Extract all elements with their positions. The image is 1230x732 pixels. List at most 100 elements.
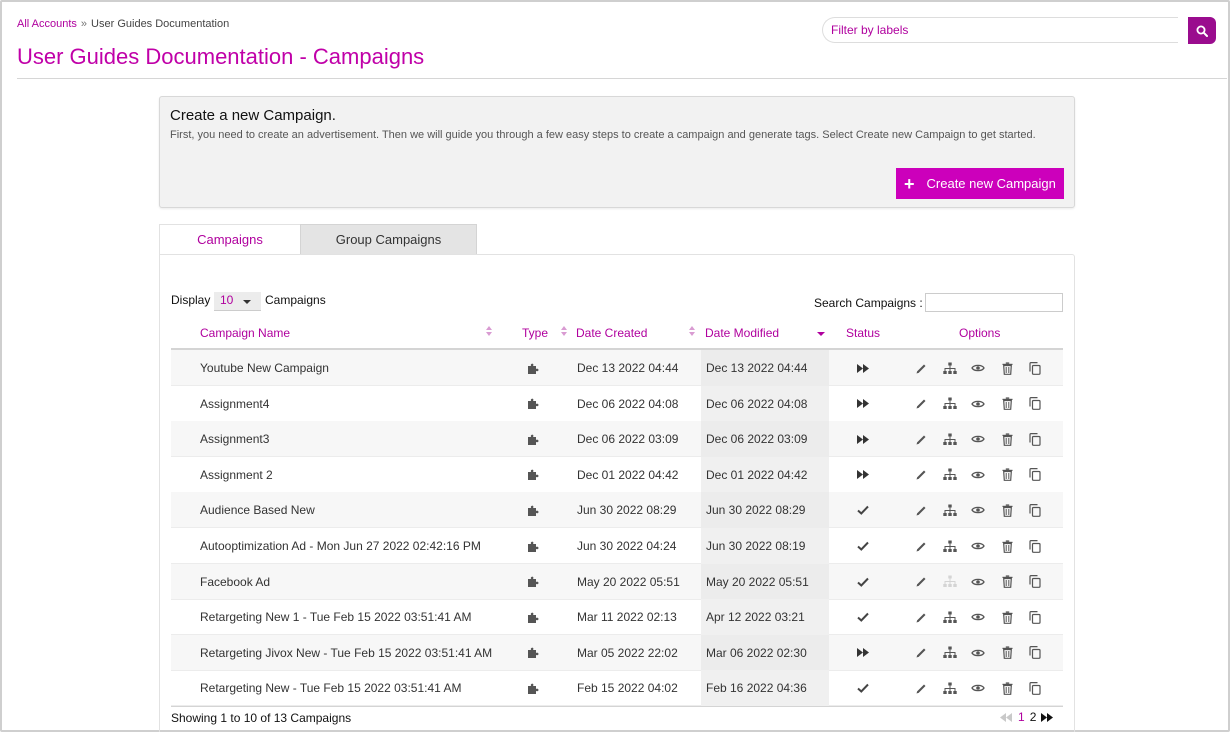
column-header-type[interactable]: Type <box>522 326 548 340</box>
fast-forward-icon <box>855 421 871 457</box>
trash-icon[interactable] <box>999 635 1015 671</box>
copy-icon[interactable] <box>1027 670 1043 706</box>
copy-icon[interactable] <box>1027 386 1043 422</box>
check-icon <box>855 599 871 635</box>
column-header-campaign-name[interactable]: Campaign Name <box>200 326 290 340</box>
campaign-name[interactable]: Retargeting New - Tue Feb 15 2022 03:51:… <box>200 670 462 706</box>
fast-forward-icon <box>855 350 871 386</box>
search-campaigns-input[interactable] <box>925 293 1063 312</box>
campaign-name[interactable]: Retargeting Jivox New - Tue Feb 15 2022 … <box>200 635 492 671</box>
eye-icon[interactable] <box>970 670 986 706</box>
copy-icon[interactable] <box>1027 635 1043 671</box>
trash-icon[interactable] <box>999 457 1015 493</box>
campaign-name[interactable]: Facebook Ad <box>200 564 270 600</box>
eye-icon[interactable] <box>970 457 986 493</box>
column-header-date-modified[interactable]: Date Modified <box>705 326 779 340</box>
copy-icon[interactable] <box>1027 350 1043 386</box>
date-created: Dec 06 2022 04:08 <box>577 396 679 411</box>
table-row[interactable]: Youtube New Campaign Dec 13 2022 04:44 Dec… <box>171 350 1063 386</box>
eye-icon[interactable] <box>970 564 986 600</box>
table-row[interactable]: Autooptimization Ad - Mon Jun 27 2022 02… <box>171 528 1063 564</box>
sort-desc-icon[interactable] <box>817 332 825 336</box>
filter-search-button[interactable] <box>1188 17 1216 44</box>
pencil-icon[interactable] <box>913 492 929 528</box>
trash-icon[interactable] <box>999 421 1015 457</box>
pencil-icon[interactable] <box>913 635 929 671</box>
table-row[interactable]: Assignment3 Dec 06 2022 03:09 Dec 06 2022 … <box>171 421 1063 458</box>
create-new-campaign-button[interactable]: + Create new Campaign <box>896 168 1064 199</box>
pencil-icon[interactable] <box>913 528 929 564</box>
table-row[interactable]: Facebook Ad May 20 2022 05:51 May 20 2022 … <box>171 563 1063 600</box>
trash-icon[interactable] <box>999 564 1015 600</box>
previous-page-icon[interactable] <box>1000 712 1013 722</box>
copy-icon[interactable] <box>1027 492 1043 528</box>
next-page-icon[interactable] <box>1041 712 1054 722</box>
trash-icon[interactable] <box>999 350 1015 386</box>
column-header-date-created[interactable]: Date Created <box>576 326 647 340</box>
column-header-status[interactable]: Status <box>846 326 880 340</box>
puzzle-icon <box>527 421 543 457</box>
date-modified: Jun 30 2022 08:29 <box>706 503 806 518</box>
hierarchy-icon[interactable] <box>942 492 958 528</box>
eye-icon[interactable] <box>970 350 986 386</box>
campaign-name[interactable]: Retargeting New 1 - Tue Feb 15 2022 03:5… <box>200 599 472 635</box>
pencil-icon[interactable] <box>913 386 929 422</box>
table-row[interactable]: Retargeting New 1 - Tue Feb 15 2022 03:5… <box>171 599 1063 636</box>
pencil-icon[interactable] <box>913 421 929 457</box>
table-row[interactable]: Assignment 2 Dec 01 2022 04:42 Dec 01 2022… <box>171 456 1063 493</box>
pencil-icon[interactable] <box>913 457 929 493</box>
eye-icon[interactable] <box>970 635 986 671</box>
copy-icon[interactable] <box>1027 457 1043 493</box>
table-row[interactable]: Retargeting Jivox New - Tue Feb 15 2022 … <box>171 634 1063 671</box>
pencil-icon[interactable] <box>913 670 929 706</box>
hierarchy-icon[interactable] <box>942 528 958 564</box>
copy-icon[interactable] <box>1027 421 1043 457</box>
hierarchy-icon[interactable] <box>942 421 958 457</box>
puzzle-icon <box>527 457 543 493</box>
campaign-name[interactable]: Youtube New Campaign <box>200 350 329 386</box>
filter-labels-input[interactable] <box>823 18 1178 42</box>
sort-icon[interactable] <box>689 326 696 338</box>
hierarchy-icon[interactable] <box>942 350 958 386</box>
search-campaigns-label: Search Campaigns : <box>814 296 923 310</box>
copy-icon[interactable] <box>1027 564 1043 600</box>
campaign-name[interactable]: Assignment3 <box>200 421 269 457</box>
pencil-icon[interactable] <box>913 599 929 635</box>
sort-icon[interactable] <box>561 326 568 338</box>
tab-campaigns[interactable]: Campaigns <box>159 224 300 254</box>
trash-icon[interactable] <box>999 670 1015 706</box>
trash-icon[interactable] <box>999 528 1015 564</box>
table-row[interactable]: Audience Based New Jun 30 2022 08:29 Jun 3… <box>171 492 1063 529</box>
breadcrumb-all-accounts[interactable]: All Accounts <box>17 18 77 30</box>
eye-icon[interactable] <box>970 421 986 457</box>
hierarchy-icon[interactable] <box>942 670 958 706</box>
page-2-link[interactable]: 2 <box>1030 710 1037 724</box>
display-count-select[interactable]: 10 <box>214 292 261 311</box>
campaign-name[interactable]: Audience Based New <box>200 492 315 528</box>
trash-icon[interactable] <box>999 492 1015 528</box>
pencil-icon[interactable] <box>913 564 929 600</box>
copy-icon[interactable] <box>1027 528 1043 564</box>
trash-icon[interactable] <box>999 599 1015 635</box>
campaign-name[interactable]: Assignment 2 <box>200 457 273 493</box>
page-1-link[interactable]: 1 <box>1018 710 1025 724</box>
pencil-icon[interactable] <box>913 350 929 386</box>
trash-icon[interactable] <box>999 386 1015 422</box>
tab-group-campaigns[interactable]: Group Campaigns <box>300 224 477 254</box>
eye-icon[interactable] <box>970 492 986 528</box>
campaign-name[interactable]: Autooptimization Ad - Mon Jun 27 2022 02… <box>200 528 481 564</box>
hierarchy-icon[interactable] <box>942 599 958 635</box>
hierarchy-icon[interactable] <box>942 386 958 422</box>
eye-icon[interactable] <box>970 528 986 564</box>
copy-icon[interactable] <box>1027 599 1043 635</box>
breadcrumb: All Accounts» User Guides Documentation <box>17 18 229 30</box>
hierarchy-icon[interactable] <box>942 457 958 493</box>
eye-icon[interactable] <box>970 599 986 635</box>
check-icon <box>855 670 871 706</box>
sort-icon[interactable] <box>486 326 493 338</box>
table-row[interactable]: Retargeting New - Tue Feb 15 2022 03:51:… <box>171 670 1063 707</box>
eye-icon[interactable] <box>970 386 986 422</box>
campaign-name[interactable]: Assignment4 <box>200 386 269 422</box>
hierarchy-icon[interactable] <box>942 635 958 671</box>
table-row[interactable]: Assignment4 Dec 06 2022 04:08 Dec 06 2022 … <box>171 385 1063 422</box>
